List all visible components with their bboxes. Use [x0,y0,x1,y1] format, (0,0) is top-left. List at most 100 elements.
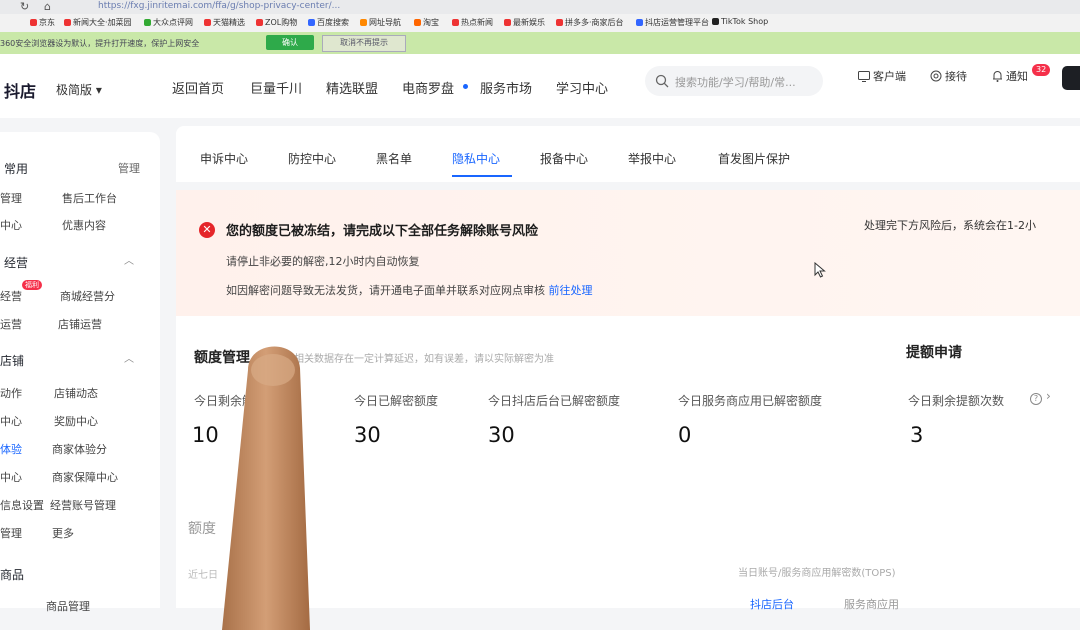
nav-qianchuan[interactable]: 巨量千川 [250,78,302,97]
notice-text: 360安全浏览器设为默认，提升打开速度，保护上网安全 [0,39,200,48]
chevron-right-icon[interactable]: › [1046,389,1051,403]
browser-notice-bar: 360安全浏览器设为默认，提升打开速度，保护上网安全 确认 取消不再提示 [0,32,1080,54]
tab-bar: 申诉中心 防控中心 黑名单 隐私中心 报备中心 举报中心 首发图片保护 [176,126,1080,182]
sidebar-item-shop-news[interactable]: 店铺动态 [54,385,98,401]
metric-value-remaining: 10 [192,423,219,447]
sidebar-item-rewards[interactable]: 奖励中心 [54,413,98,429]
notification-count-badge: 32 [1032,64,1051,76]
help-icon[interactable]: ? [1030,393,1042,405]
quota-detail-title: 额度 [188,521,216,537]
bookmark[interactable]: 拼多多·商家后台 [556,17,624,28]
search-input[interactable]: 搜索功能/学习/帮助/常... [645,66,823,96]
sidebar-item[interactable]: 中心 [0,413,22,429]
browser-address-bar: ↻ ⌂ https://fxg.jinritemai.com/ffa/g/sho… [0,0,1080,14]
metric-value-decrypted: 30 [354,423,381,447]
tab-report[interactable]: 举报中心 [628,150,676,167]
sidebar-item-guarantee[interactable]: 商家保障中心 [52,469,118,485]
sidebar-item-account-manage[interactable]: 经营账号管理 [50,497,116,513]
tab-risk-control[interactable]: 防控中心 [288,150,336,167]
tab-image-protection[interactable]: 首发图片保护 [718,150,790,167]
active-tab-indicator [452,175,512,177]
quota-detail-caption: 当日账号/服务商应用解密数(TOPS) [738,568,896,579]
sidebar-item[interactable]: 管理 [0,190,22,206]
sidebar-item-experience-score[interactable]: 商家体验分 [52,441,107,457]
bell-icon [993,71,1002,82]
quota-note: 相关数据存在一定计算延迟，如有误差，请以实际解密为准 [294,354,554,365]
metric-label-decrypted: 今日已解密额度 [354,394,439,408]
bookmarks-bar: 京东 新闻大全·加菜园 大众点评网 天猫精选 ZOL购物 百度搜索 网址导航 淘… [0,14,1080,32]
bookmark[interactable]: 最新娱乐 [504,17,545,28]
reload-icon[interactable]: ↻ [20,0,29,13]
bookmark[interactable]: 抖店运营管理平台 [636,17,709,28]
bookmark[interactable]: 淘宝 [414,17,439,28]
bookmark[interactable]: ZOL购物 [256,17,297,28]
tab-privacy-center[interactable]: 隐私中心 [452,150,500,167]
nav-compass[interactable]: 电商罗盘 [402,78,454,97]
mouse-cursor-icon [814,262,826,278]
metric-label-service-decrypted: 今日服务商应用已解密额度 [678,394,823,408]
sidebar: 常用 管理 管理 售后工作台 中心 优惠内容 经营 ︿ 福利 经营 商城经营分 … [0,132,160,613]
raise-quota-title: 提额申请 [906,345,962,361]
sidebar-tag: 福利 [22,280,42,290]
bookmark[interactable]: 新闻大全·加菜园 [64,17,132,28]
segment-service-app[interactable]: 服务商应用 [844,596,899,612]
logo[interactable]: 抖店 [4,78,36,102]
notice-confirm-button[interactable]: 确认 [266,35,314,50]
sidebar-item[interactable]: 动作 [0,385,22,401]
bookmark[interactable]: 天猫精选 [204,17,245,28]
notification-button[interactable]: 通知 [992,68,1028,84]
url-field[interactable]: https://fxg.jinritemai.com/ffa/g/shop-pr… [98,1,340,11]
nav-service-market[interactable]: 服务市场 [480,78,532,97]
tab-filing[interactable]: 报备中心 [540,150,588,167]
new-dot [463,84,468,89]
bookmark[interactable]: 百度搜索 [308,17,349,28]
sidebar-item[interactable]: 体验 [0,441,22,457]
monitor-icon [858,71,870,82]
frozen-alert: ✕ 您的额度已被冻结，请完成以下全部任务解除账号风险 请停止非必要的解密,12小… [176,190,1080,316]
bookmark[interactable]: 热点新闻 [452,17,493,28]
notice-dismiss-button[interactable]: 取消不再提示 [322,35,406,52]
segment-backend[interactable]: 抖店后台 [750,596,794,612]
chevron-up-icon[interactable]: ︿ [124,252,134,267]
sidebar-item-promo-content[interactable]: 优惠内容 [62,217,106,233]
sidebar-heading-common: 常用 [4,162,29,176]
home-icon[interactable]: ⌂ [44,0,51,13]
sidebar-item[interactable]: 经营 [0,288,22,304]
bookmark[interactable]: TikTok Shop [712,17,768,26]
reception-button[interactable]: 接待 [930,68,967,84]
quota-detail-range: 近七日 [188,570,218,581]
chevron-up-icon[interactable]: ︿ [124,350,134,365]
sidebar-item-shop-operate[interactable]: 店铺运营 [58,316,102,332]
go-handle-link[interactable]: 前往处理 [549,284,593,297]
sidebar-item-more[interactable]: 更多 [52,525,74,541]
sidebar-item[interactable]: 中心 [0,469,22,485]
edition-switcher[interactable]: 极简版 ▾ [56,81,102,98]
top-navigation: 抖店 极简版 ▾ 返回首页 巨量千川 精选联盟 电商罗盘 服务市场 学习中心 搜… [0,54,1080,118]
account-button[interactable] [1062,66,1080,90]
sidebar-heading-goods: 商品 [0,568,25,582]
bookmark[interactable]: 大众点评网 [144,17,193,28]
metric-value-backend-decrypted: 30 [488,423,515,447]
tab-blacklist[interactable]: 黑名单 [376,150,412,167]
sidebar-item[interactable]: 中心 [0,217,22,233]
metric-value-service-decrypted: 0 [678,423,692,447]
bookmark[interactable]: 网址导航 [360,17,401,28]
alert-line-2: 如因解密问题导致无法发货，请开通电子面单并联系对应网点审核 前往处理 [226,284,593,297]
sidebar-item[interactable]: 运营 [0,316,22,332]
nav-learning[interactable]: 学习中心 [556,78,608,97]
sidebar-item-goods-manage[interactable]: 商品管理 [46,598,90,614]
metric-value-raise-count: 3 [910,423,924,447]
alert-right-text: 处理完下方风险后，系统会在1-2小 [864,219,1036,232]
sidebar-manage-link[interactable]: 管理 [118,160,140,176]
nav-alliance[interactable]: 精选联盟 [326,78,378,97]
bookmark[interactable]: 京东 [30,17,55,28]
sidebar-item[interactable]: 管理 [0,525,22,541]
alert-line-1: 请停止非必要的解密,12小时内自动恢复 [226,255,420,268]
sidebar-item[interactable]: 信息设置 [0,497,44,513]
metric-label-backend-decrypted: 今日抖店后台已解密额度 [488,394,621,408]
sidebar-item-after-sales[interactable]: 售后工作台 [62,190,117,206]
sidebar-item-mall-score[interactable]: 商城经营分 [60,288,115,304]
client-button[interactable]: 客户端 [858,68,906,84]
nav-home[interactable]: 返回首页 [172,78,224,97]
tab-appeal[interactable]: 申诉中心 [200,150,248,167]
